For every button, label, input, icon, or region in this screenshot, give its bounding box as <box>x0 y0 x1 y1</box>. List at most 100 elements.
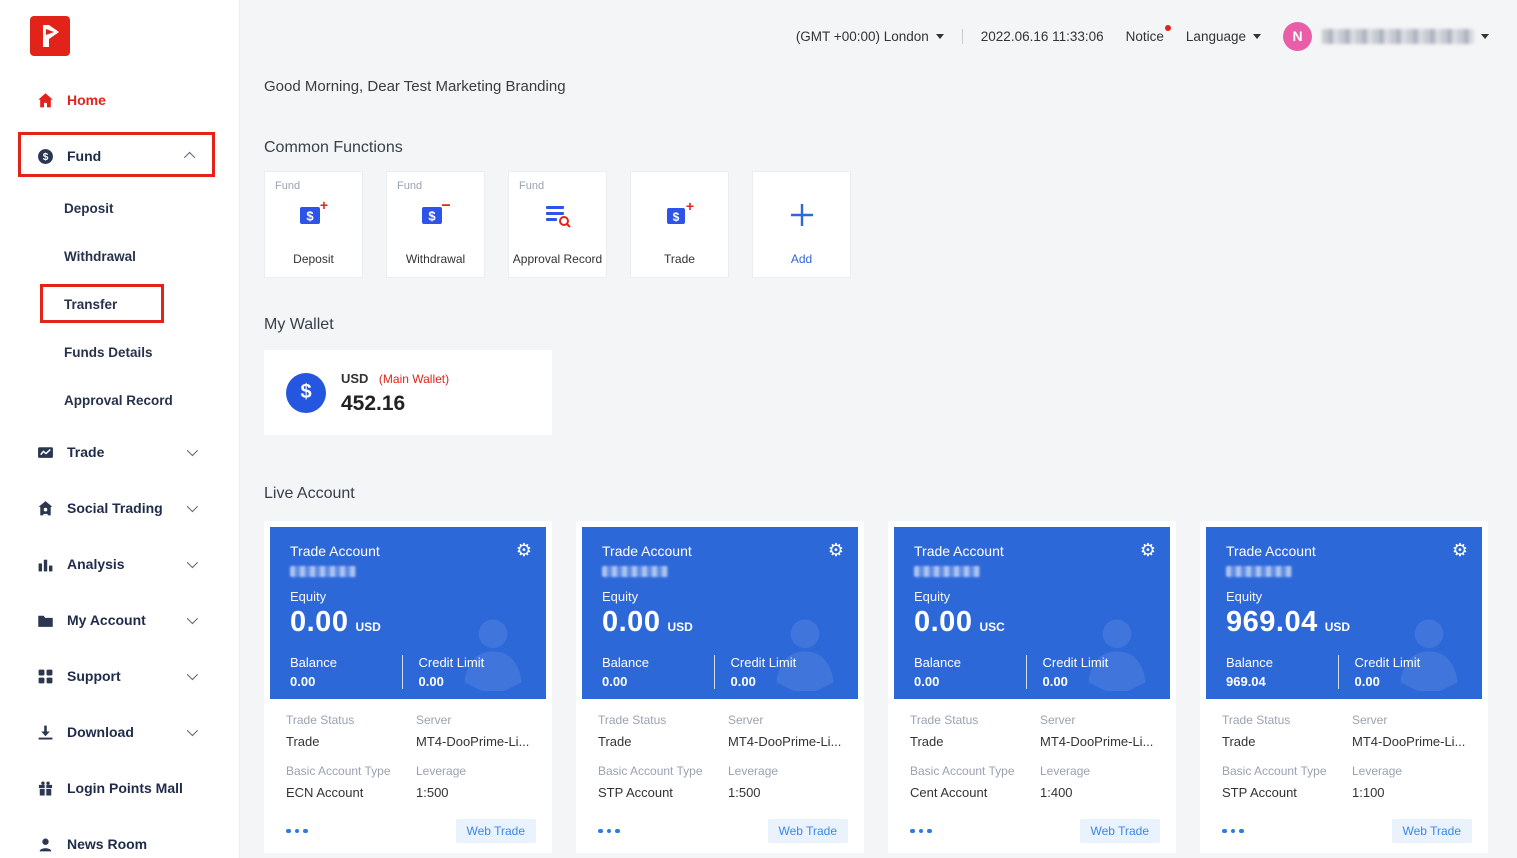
gear-icon[interactable]: ⚙ <box>1452 540 1468 561</box>
more-button[interactable] <box>598 829 620 834</box>
equity-currency: USD <box>667 620 692 634</box>
account-type-value: STP Account <box>598 785 728 800</box>
sidebar-item-deposit[interactable]: Deposit <box>0 184 239 232</box>
equity-label: Equity <box>602 589 842 604</box>
wallet-info: USD (Main Wallet) 452.16 <box>341 370 449 416</box>
download-icon <box>36 723 54 741</box>
server-label: Server <box>728 713 848 727</box>
chevron-down-icon <box>187 725 198 736</box>
timezone-selector[interactable]: (GMT +00:00) London <box>796 29 944 44</box>
sidebar-item-funds-details[interactable]: Funds Details <box>0 328 239 376</box>
gear-icon[interactable]: ⚙ <box>516 540 532 561</box>
sidebar-item-login-points-mall[interactable]: Login Points Mall <box>0 760 239 816</box>
person-icon <box>36 835 54 853</box>
server-label: Server <box>1352 713 1472 727</box>
svg-text:+: + <box>685 198 693 214</box>
account-id-redacted <box>602 566 668 577</box>
equity-currency: USC <box>979 620 1004 634</box>
web-trade-button[interactable]: Web Trade <box>456 819 536 843</box>
balance-label: Balance <box>602 655 714 670</box>
timezone-label: (GMT +00:00) London <box>796 29 929 44</box>
sidebar-item-analysis[interactable]: Analysis <box>0 536 239 592</box>
account-type-label: Basic Account Type <box>1222 764 1352 778</box>
sidebar-label-download: Download <box>67 724 134 740</box>
trade-account-card-2: Trade Account ⚙ Equity 0.00 USD Balance … <box>576 521 864 853</box>
add-icon <box>753 198 850 234</box>
live-account-title: Live Account <box>264 485 1517 503</box>
sidebar-item-trade[interactable]: Trade <box>0 424 239 480</box>
leverage-value: 1:100 <box>1352 785 1472 800</box>
account-details: Trade Status Trade Server MT4-DooPrime-L… <box>270 699 546 800</box>
common-function-withdrawal[interactable]: Fund $− Withdrawal <box>386 171 485 278</box>
sidebar-label-social-trading: Social Trading <box>67 500 163 516</box>
account-type-value: ECN Account <box>286 785 416 800</box>
common-function-deposit[interactable]: Fund $+ Deposit <box>264 171 363 278</box>
trade-account-card-4: Trade Account ⚙ Equity 969.04 USD Balanc… <box>1200 521 1488 853</box>
account-summary-panel: Trade Account ⚙ Equity 0.00 USD Balance … <box>582 527 858 699</box>
folder-icon <box>36 611 54 629</box>
server-value: MT4-DooPrime-Li... <box>1352 734 1472 749</box>
common-functions-row: Fund $+ Deposit Fund $− Withdrawal Fund … <box>264 171 1517 278</box>
web-trade-button[interactable]: Web Trade <box>1080 819 1160 843</box>
main-area: (GMT +00:00) London 2022.06.16 11:33:06 … <box>240 0 1517 858</box>
leverage-label: Leverage <box>728 764 848 778</box>
sidebar-item-withdrawal[interactable]: Withdrawal <box>0 232 239 280</box>
brand-logo-icon[interactable] <box>30 16 70 56</box>
account-type-value: STP Account <box>1222 785 1352 800</box>
common-function-add[interactable]: Add <box>752 171 851 278</box>
chevron-down-icon <box>187 557 198 568</box>
notice-label: Notice <box>1126 29 1164 44</box>
card-category: Fund <box>397 180 422 192</box>
equity-currency: USD <box>1325 620 1350 634</box>
person-watermark-icon <box>1374 603 1482 699</box>
leverage-label: Leverage <box>1040 764 1160 778</box>
sidebar-item-download[interactable]: Download <box>0 704 239 760</box>
gear-icon[interactable]: ⚙ <box>828 540 844 561</box>
chevron-down-icon <box>187 501 198 512</box>
sidebar-item-home[interactable]: Home <box>0 72 239 128</box>
person-watermark-icon <box>438 603 546 699</box>
server-value: MT4-DooPrime-Li... <box>728 734 848 749</box>
sidebar-label-deposit: Deposit <box>64 201 114 216</box>
approval-record-icon <box>509 198 606 234</box>
grid-icon <box>36 667 54 685</box>
sidebar-item-approval-record[interactable]: Approval Record <box>0 376 239 424</box>
chevron-down-icon <box>187 445 198 456</box>
svg-text:−: − <box>441 198 450 215</box>
language-selector[interactable]: Language <box>1186 29 1261 44</box>
chevron-down-icon <box>187 613 198 624</box>
home-icon <box>36 91 54 109</box>
web-trade-button[interactable]: Web Trade <box>768 819 848 843</box>
topbar: (GMT +00:00) London 2022.06.16 11:33:06 … <box>240 0 1517 72</box>
gift-icon <box>36 779 54 797</box>
chevron-down-icon <box>1481 34 1489 39</box>
trade-icon <box>36 443 54 461</box>
user-menu[interactable]: N <box>1283 22 1489 51</box>
sidebar-label-trade: Trade <box>67 444 104 460</box>
sidebar-label-withdrawal: Withdrawal <box>64 249 136 264</box>
wallet-card[interactable]: $ USD (Main Wallet) 452.16 <box>264 350 552 435</box>
sidebar-label-my-account: My Account <box>67 612 146 628</box>
notice-button[interactable]: Notice <box>1126 29 1164 44</box>
gear-icon[interactable]: ⚙ <box>1140 540 1156 561</box>
account-id-redacted <box>290 566 356 577</box>
more-button[interactable] <box>910 829 932 834</box>
sidebar-label-transfer: Transfer <box>64 297 117 312</box>
common-function-trade[interactable]: $+ Trade <box>630 171 729 278</box>
trade-status-label: Trade Status <box>1222 713 1352 727</box>
sidebar-item-transfer[interactable]: Transfer <box>0 280 239 328</box>
account-summary-panel: Trade Account ⚙ Equity 0.00 USD Balance … <box>270 527 546 699</box>
more-button[interactable] <box>286 829 308 834</box>
sidebar-item-fund[interactable]: $ Fund <box>0 128 239 184</box>
equity-label: Equity <box>1226 589 1466 604</box>
sidebar-item-social-trading[interactable]: Social Trading <box>0 480 239 536</box>
sidebar-item-news-room[interactable]: News Room <box>0 816 239 858</box>
server-value: MT4-DooPrime-Li... <box>416 734 536 749</box>
sidebar-item-support[interactable]: Support <box>0 648 239 704</box>
datetime: 2022.06.16 11:33:06 <box>981 29 1104 44</box>
sidebar-item-my-account[interactable]: My Account <box>0 592 239 648</box>
my-wallet-title: My Wallet <box>264 316 1517 334</box>
more-button[interactable] <box>1222 829 1244 834</box>
common-function-approval-record[interactable]: Fund Approval Record <box>508 171 607 278</box>
web-trade-button[interactable]: Web Trade <box>1392 819 1472 843</box>
